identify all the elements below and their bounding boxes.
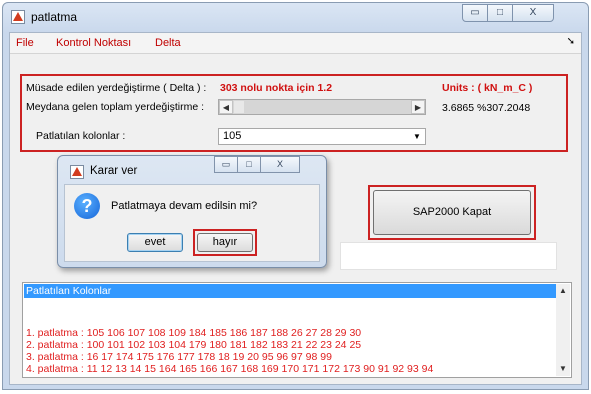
columns-listbox[interactable]: Patlatılan Kolonlar 1. patlatma : 105 10… [22,282,572,378]
matlab-app-icon [11,10,25,24]
dialog-maximize-button[interactable]: □ [237,156,261,173]
parameters-panel: Müsade edilen yerdeğiştirme ( Delta ) : … [20,74,568,152]
sap2000-close-button[interactable]: SAP2000 Kapat [373,190,531,235]
total-displacement-value: 3.6865 %307.2048 [442,102,531,114]
menu-kontrol-noktasi[interactable]: Kontrol Noktası [56,37,131,49]
blank-text-area [340,242,557,270]
units-label: Units : ( kN_m_C ) [442,82,533,94]
list-selected-header[interactable]: Patlatılan Kolonlar [24,284,557,298]
list-item[interactable]: 2. patlatma : 100 101 102 103 104 179 18… [26,339,361,351]
list-scrollbar[interactable]: ▲ ▼ [556,284,570,376]
delta-value: 303 nolu nokta için 1.2 [220,82,333,94]
close-button[interactable]: X [512,4,554,22]
window-title: patlatma [31,10,78,24]
no-button[interactable]: hayır [197,233,253,252]
list-item[interactable]: 3. patlatma : 16 17 174 175 176 177 178 … [26,351,332,363]
scroll-down-arrow-icon[interactable]: ▼ [556,362,570,376]
maximize-button[interactable]: □ [487,4,513,22]
scroll-up-arrow-icon[interactable]: ▲ [556,284,570,298]
decision-dialog: Karar ver ▭ □ X ? Patlatmaya devam edils… [57,155,327,268]
menu-delta[interactable]: Delta [155,37,181,49]
menu-bar: File Kontrol Noktası Delta ➘ [10,33,581,54]
client-area: File Kontrol Noktası Delta ➘ Müsade edil… [9,32,582,385]
minimize-button[interactable]: ▭ [462,4,488,22]
columns-select[interactable]: 105 ▼ [218,128,426,145]
dialog-title: Karar ver [90,165,138,177]
dialog-minimize-button[interactable]: ▭ [214,156,238,173]
list-item[interactable]: 1. patlatma : 105 106 107 108 109 184 18… [26,327,361,339]
slider-thumb[interactable] [234,101,244,113]
slider-right-arrow-icon[interactable]: ▶ [411,100,425,114]
yes-button[interactable]: evet [127,233,183,252]
dialog-message: Patlatmaya devam edilsin mi? [111,200,258,212]
dialog-close-button[interactable]: X [260,156,300,173]
title-bar[interactable]: patlatma ▭ □ X [3,3,588,31]
delta-label: Müsade edilen yerdeğiştirme ( Delta ) : [26,82,207,94]
menu-file[interactable]: File [16,37,34,49]
list-item[interactable]: 4. patlatma : 11 12 13 14 15 164 165 166… [26,363,433,375]
columns-label: Patlatılan kolonlar : [36,130,126,142]
dialog-body: ? Patlatmaya devam edilsin mi? evet hayı… [64,184,320,262]
columns-select-value: 105 [223,130,242,142]
dialog-app-icon [70,165,84,179]
question-icon: ? [74,193,100,219]
total-displacement-label: Meydana gelen toplam yerdeğiştirme : [26,101,205,113]
dropdown-arrow-icon[interactable]: ▼ [411,130,423,143]
main-window: patlatma ▭ □ X File Kontrol Noktası Delt… [2,2,589,390]
displacement-slider[interactable]: ◀ ▶ [218,99,426,115]
slider-left-arrow-icon[interactable]: ◀ [219,100,233,114]
toolbar-arrow-icon[interactable]: ➘ [567,36,575,47]
